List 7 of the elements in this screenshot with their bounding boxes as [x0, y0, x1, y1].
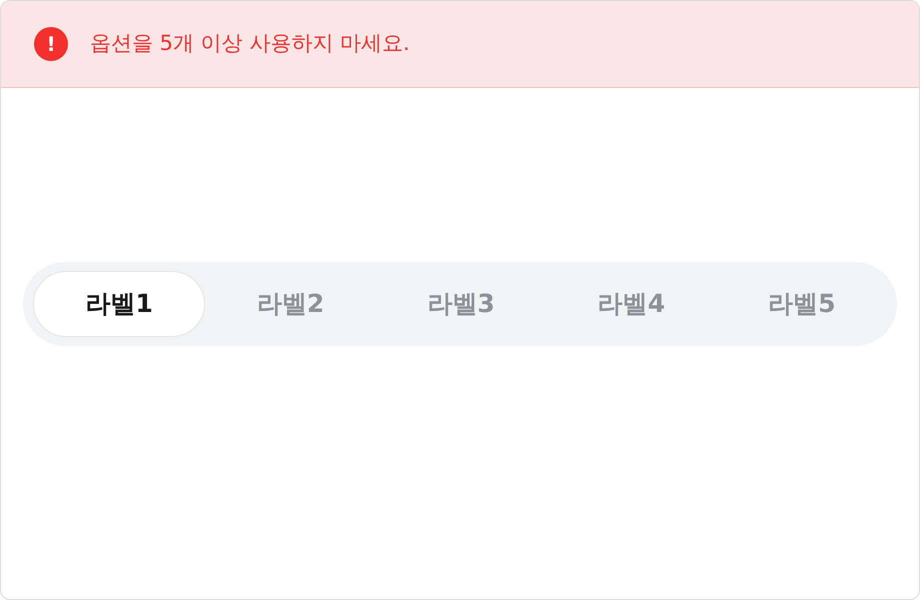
- segment-tab[interactable]: 라벨5: [716, 270, 888, 336]
- segment-tab[interactable]: 라벨4: [546, 270, 717, 336]
- segment-tab[interactable]: 라벨1: [33, 270, 206, 336]
- alert-icon: !: [34, 27, 68, 61]
- segment-tab[interactable]: 라벨3: [376, 270, 546, 336]
- alert-message: 옵션을 5개 이상 사용하지 마세요.: [90, 30, 410, 58]
- segment-tab[interactable]: 라벨2: [205, 270, 376, 336]
